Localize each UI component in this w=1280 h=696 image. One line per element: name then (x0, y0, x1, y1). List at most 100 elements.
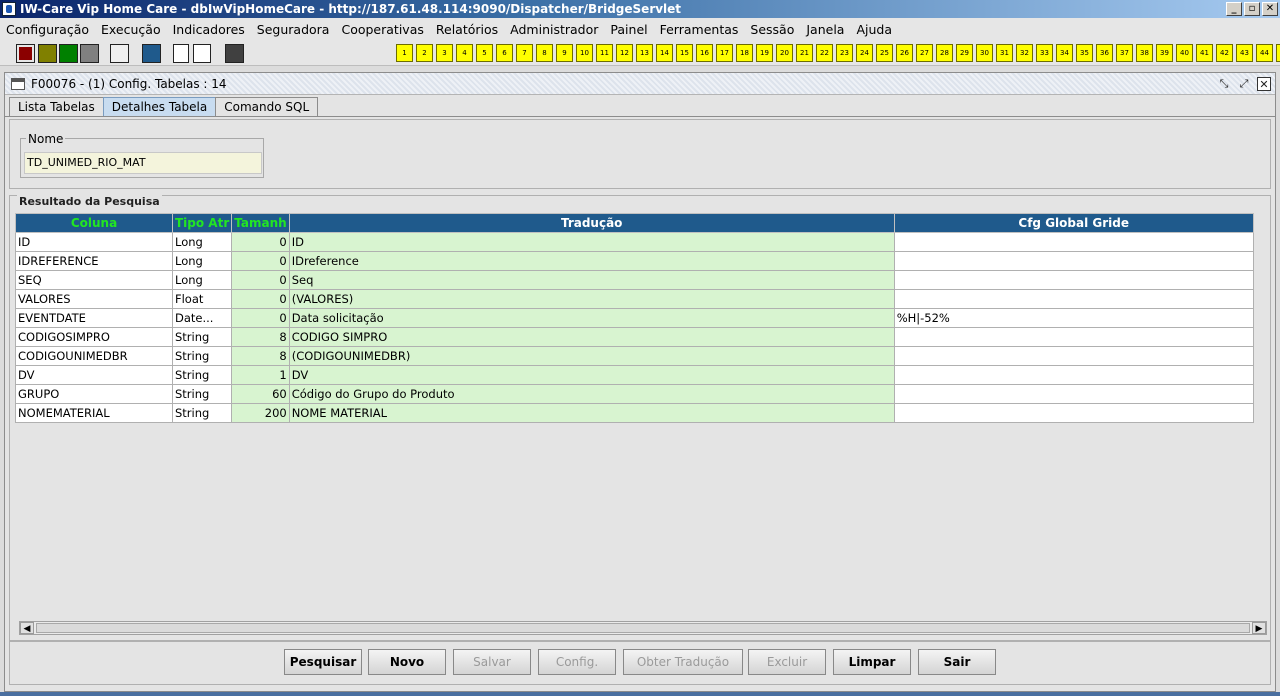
window-number-button[interactable]: 42 (1216, 44, 1233, 62)
cell-traducao[interactable]: ID (288, 232, 895, 252)
window-number-button[interactable]: 11 (596, 44, 613, 62)
window-number-button[interactable]: 41 (1196, 44, 1213, 62)
column-header-cfg-global-gride[interactable]: Cfg Global Gride (893, 213, 1254, 233)
table-row[interactable]: SEQ Long 0 Seq (15, 270, 1254, 290)
window-number-button[interactable]: 15 (676, 44, 693, 62)
minimize-button[interactable]: _ (1226, 2, 1242, 16)
menu-ferramentas[interactable]: Ferramentas (660, 22, 739, 37)
menu-cooperativas[interactable]: Cooperativas (341, 22, 423, 37)
menu-seguradora[interactable]: Seguradora (257, 22, 330, 37)
cell-coluna[interactable]: EVENTDATE (15, 308, 173, 328)
window-number-button[interactable]: 19 (756, 44, 773, 62)
cell-tamanho[interactable]: 60 (231, 384, 290, 404)
cell-coluna[interactable]: IDREFERENCE (15, 251, 173, 271)
window-number-button[interactable]: 38 (1136, 44, 1153, 62)
window-number-button[interactable]: 2 (416, 44, 433, 62)
menu-ajuda[interactable]: Ajuda (856, 22, 892, 37)
cell-cfg-global-gride[interactable] (893, 403, 1254, 423)
window-number-button[interactable]: 17 (716, 44, 733, 62)
cell-coluna[interactable]: GRUPO (15, 384, 173, 404)
cell-tamanho[interactable]: 0 (231, 308, 290, 328)
cell-tamanho[interactable]: 0 (231, 251, 290, 271)
menu-administrador[interactable]: Administrador (510, 22, 598, 37)
cell-tamanho[interactable]: 200 (231, 403, 290, 423)
menu-indicadores[interactable]: Indicadores (173, 22, 245, 37)
column-header-coluna[interactable]: Coluna (15, 213, 173, 233)
cell-tamanho[interactable]: 8 (231, 327, 290, 347)
cell-tamanho[interactable]: 0 (231, 270, 290, 290)
window-number-button[interactable]: 12 (616, 44, 633, 62)
window-number-button[interactable]: 24 (856, 44, 873, 62)
column-header-tamanho[interactable]: Tamanh (231, 213, 290, 233)
window-number-button[interactable]: 14 (656, 44, 673, 62)
window-number-button[interactable]: 44 (1256, 44, 1273, 62)
scroll-right-icon[interactable]: ▶ (1252, 622, 1266, 634)
cell-traducao[interactable]: IDreference (288, 251, 895, 271)
cell-tipo-atr[interactable]: String (171, 384, 233, 404)
menu-sessao[interactable]: Sessão (750, 22, 794, 37)
window-number-button[interactable]: 23 (836, 44, 853, 62)
gray-color-button[interactable] (80, 44, 99, 63)
cell-coluna[interactable]: CODIGOUNIMEDBR (15, 346, 173, 366)
cell-tipo-atr[interactable]: Float (171, 289, 233, 309)
window-number-button[interactable]: 4 (456, 44, 473, 62)
cell-cfg-global-gride[interactable] (893, 365, 1254, 385)
cell-traducao[interactable]: NOME MATERIAL (288, 403, 895, 423)
cell-cfg-global-gride[interactable] (893, 270, 1254, 290)
cell-coluna[interactable]: DV (15, 365, 173, 385)
window-number-button[interactable]: 8 (536, 44, 553, 62)
tab-detalhes-tabela[interactable]: Detalhes Tabela (102, 97, 217, 117)
maximize-button[interactable]: ▫ (1244, 2, 1260, 16)
cell-cfg-global-gride[interactable] (893, 251, 1254, 271)
pesquisar-button[interactable]: Pesquisar (284, 649, 362, 675)
window-number-button[interactable]: 26 (896, 44, 913, 62)
cell-tipo-atr[interactable]: String (171, 365, 233, 385)
cell-tipo-atr[interactable]: Date... (171, 308, 233, 328)
table-row[interactable]: ID Long 0 ID (15, 232, 1254, 252)
window-number-button[interactable]: 7 (516, 44, 533, 62)
tab-comando-sql[interactable]: Comando SQL (215, 97, 319, 117)
table-row[interactable]: IDREFERENCE Long 0 IDreference (15, 251, 1254, 271)
sair-button[interactable]: Sair (918, 649, 996, 675)
menu-janela[interactable]: Janela (806, 22, 844, 37)
cell-tamanho[interactable]: 0 (231, 232, 290, 252)
salvar-button[interactable]: Salvar (453, 649, 531, 675)
nome-field[interactable]: TD_UNIMED_RIO_MAT (24, 152, 262, 174)
window-number-button[interactable]: 1 (396, 44, 413, 62)
window-number-button[interactable]: 21 (796, 44, 813, 62)
cell-tipo-atr[interactable]: String (171, 327, 233, 347)
window-number-button[interactable]: 3 (436, 44, 453, 62)
window-number-button[interactable]: 32 (1016, 44, 1033, 62)
cell-traducao[interactable]: Código do Grupo do Produto (288, 384, 895, 404)
config-button[interactable]: Config. (538, 649, 616, 675)
cell-traducao[interactable]: DV (288, 365, 895, 385)
limpar-button[interactable]: Limpar (833, 649, 911, 675)
menu-execucao[interactable]: Execução (101, 22, 161, 37)
window-number-button[interactable]: 22 (816, 44, 833, 62)
olive-color-button[interactable] (38, 44, 57, 63)
dark-window-icon[interactable] (225, 44, 244, 63)
excluir-button[interactable]: Excluir (748, 649, 826, 675)
column-header-tipo-atr[interactable]: Tipo Atr (171, 213, 233, 233)
table-row[interactable]: NOMEMATERIAL String 200 NOME MATERIAL (15, 403, 1254, 423)
window-number-button[interactable]: 27 (916, 44, 933, 62)
table-row[interactable]: CODIGOUNIMEDBR String 8 (CODIGOUNIMEDBR) (15, 346, 1254, 366)
horizontal-scrollbar[interactable]: ◀ ▶ (19, 621, 1267, 635)
white-color-button[interactable] (110, 44, 129, 63)
menu-painel[interactable]: Painel (610, 22, 647, 37)
tab-lista-tabelas[interactable]: Lista Tabelas (9, 97, 104, 117)
window-number-button[interactable]: 35 (1076, 44, 1093, 62)
maximize-icon[interactable]: ⤢ (1237, 77, 1251, 91)
window-number-button[interactable]: 25 (876, 44, 893, 62)
cell-traducao[interactable]: Data solicitação (288, 308, 895, 328)
cell-tipo-atr[interactable]: Long (171, 270, 233, 290)
menu-configuracao[interactable]: Configuração (6, 22, 89, 37)
window-number-button[interactable]: 43 (1236, 44, 1253, 62)
close-icon[interactable]: ✕ (1257, 76, 1271, 91)
window-number-button[interactable]: 33 (1036, 44, 1053, 62)
table-row[interactable]: DV String 1 DV (15, 365, 1254, 385)
scroll-left-icon[interactable]: ◀ (20, 622, 34, 634)
cell-cfg-global-gride[interactable] (893, 232, 1254, 252)
cell-tipo-atr[interactable]: Long (171, 251, 233, 271)
window-number-button[interactable]: 40 (1176, 44, 1193, 62)
